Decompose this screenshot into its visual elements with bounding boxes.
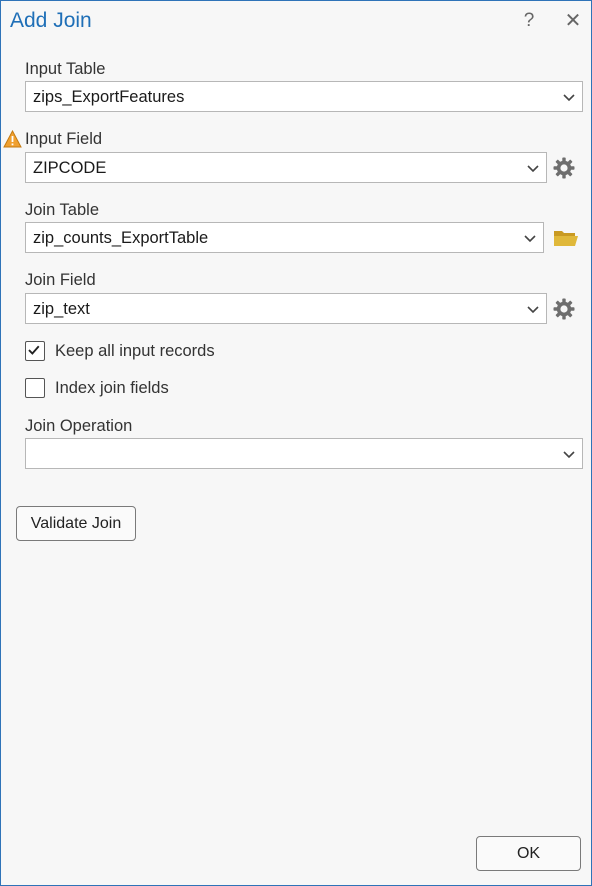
chevron-down-icon bbox=[563, 94, 575, 102]
join-field-dropdown[interactable]: zip_text bbox=[25, 293, 547, 324]
input-table-dropdown[interactable]: zips_ExportFeatures bbox=[25, 81, 583, 112]
chevron-down-icon bbox=[527, 165, 539, 173]
help-button[interactable]: ? bbox=[518, 9, 540, 33]
join-field-value: zip_text bbox=[33, 300, 90, 318]
join-operation-dropdown[interactable] bbox=[25, 438, 583, 469]
join-table-label: Join Table bbox=[25, 201, 100, 219]
input-table-value: zips_ExportFeatures bbox=[33, 88, 185, 106]
chevron-down-icon bbox=[527, 306, 539, 314]
join-table-dropdown[interactable]: zip_counts_ExportTable bbox=[25, 222, 544, 253]
keep-all-records-label[interactable]: Keep all input records bbox=[55, 342, 215, 361]
join-table-value: zip_counts_ExportTable bbox=[33, 229, 209, 247]
dialog-title: Add Join bbox=[10, 9, 92, 32]
keep-all-records-checkbox[interactable] bbox=[25, 341, 45, 361]
ok-button[interactable]: OK bbox=[476, 836, 581, 871]
gear-icon[interactable] bbox=[552, 297, 576, 321]
warning-icon bbox=[3, 130, 22, 148]
input-field-label: Input Field bbox=[25, 130, 103, 148]
index-join-fields-checkbox[interactable] bbox=[25, 378, 45, 398]
input-field-dropdown[interactable]: ZIPCODE bbox=[25, 152, 547, 183]
gear-icon[interactable] bbox=[552, 156, 576, 180]
validate-join-button[interactable]: Validate Join bbox=[16, 506, 136, 541]
chevron-down-icon bbox=[524, 235, 536, 243]
title-bar: Add Join ? ✕ bbox=[1, 1, 591, 41]
close-button[interactable]: ✕ bbox=[562, 9, 584, 33]
folder-icon[interactable] bbox=[553, 228, 579, 248]
chevron-down-icon bbox=[563, 451, 575, 459]
input-table-label: Input Table bbox=[25, 60, 106, 78]
join-operation-label: Join Operation bbox=[25, 417, 133, 435]
join-field-label: Join Field bbox=[25, 271, 96, 289]
input-field-value: ZIPCODE bbox=[33, 159, 107, 177]
add-join-dialog: Add Join ? ✕ Input Table zips_ExportFeat… bbox=[0, 0, 592, 886]
index-join-fields-label[interactable]: Index join fields bbox=[55, 379, 169, 398]
checkmark-icon bbox=[28, 345, 40, 355]
